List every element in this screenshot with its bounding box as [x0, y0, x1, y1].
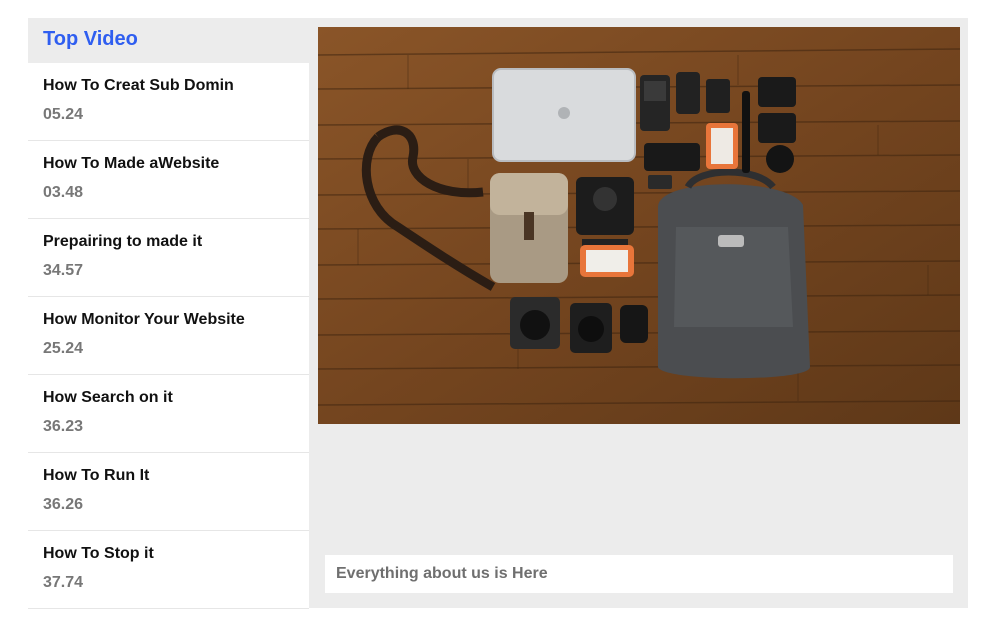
top-video-widget: Top Video How To Creat Sub Domin 05.24 H…: [28, 18, 968, 609]
video-title[interactable]: How Monitor Your Website: [43, 311, 245, 329]
video-title[interactable]: Prepairing to made it: [43, 233, 202, 251]
video-duration: 25.24: [43, 340, 84, 357]
video-list-item[interactable]: How To Made aWebsite 03.48: [28, 141, 309, 219]
video-list-item[interactable]: How To Creat Sub Domin 05.24: [28, 63, 309, 141]
video-title[interactable]: How To Made aWebsite: [43, 155, 219, 173]
video-duration: 03.48: [43, 184, 84, 201]
video-list-item[interactable]: How To Stop it 37.74: [28, 531, 309, 609]
video-sidebar: Top Video How To Creat Sub Domin 05.24 H…: [28, 18, 309, 609]
video-list: How To Creat Sub Domin 05.24 How To Made…: [28, 63, 309, 609]
featured-video-thumbnail[interactable]: [318, 27, 960, 424]
featured-video-area: Everything about us is Here: [318, 27, 960, 605]
video-duration: 36.23: [43, 418, 84, 435]
video-list-item[interactable]: How Monitor Your Website 25.24: [28, 297, 309, 375]
video-duration: 34.57: [43, 262, 84, 279]
video-title[interactable]: How To Stop it: [43, 545, 154, 563]
video-list-item[interactable]: Prepairing to made it 34.57: [28, 219, 309, 297]
sidebar-title: Top Video: [43, 28, 138, 50]
video-duration: 36.26: [43, 496, 84, 513]
caption-text: Everything about us is Here: [336, 565, 548, 582]
caption-box: Everything about us is Here: [325, 555, 953, 593]
video-list-item[interactable]: How To Run It 36.26: [28, 453, 309, 531]
video-duration: 05.24: [43, 106, 84, 123]
video-list-item[interactable]: How Search on it 36.23: [28, 375, 309, 453]
video-duration: 37.74: [43, 574, 84, 591]
video-title[interactable]: How To Run It: [43, 467, 149, 485]
video-title[interactable]: How To Creat Sub Domin: [43, 77, 234, 95]
video-title[interactable]: How Search on it: [43, 389, 173, 407]
